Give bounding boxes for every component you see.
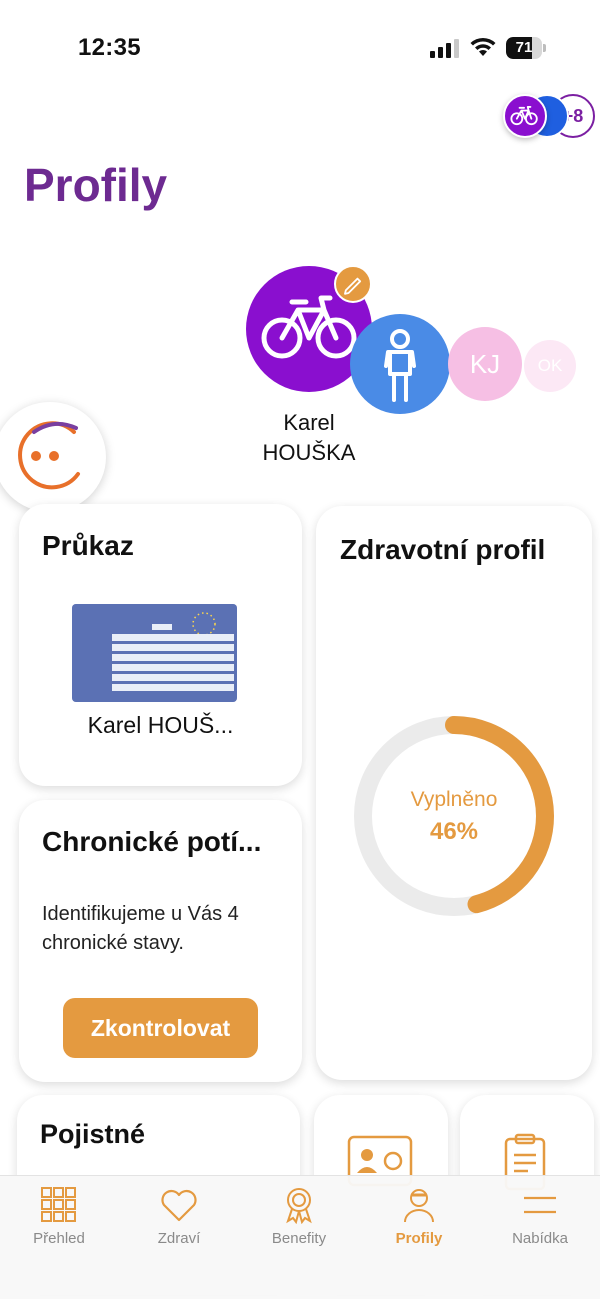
profile-switcher[interactable]: +8 <box>503 94 595 140</box>
person-icon <box>384 329 416 402</box>
completion-label: Vyplněno <box>410 788 498 811</box>
tab-label: Profily <box>395 1230 443 1247</box>
battery-percent: 71 <box>515 39 533 56</box>
chronic-conditions-text: Identifikujeme u Vás 4 chronické stavy. <box>42 903 239 954</box>
assistant-button[interactable] <box>0 402 106 512</box>
page-title: Profily <box>24 159 168 211</box>
bicycle-icon <box>510 106 538 126</box>
menu-icon <box>524 1196 556 1214</box>
mini-bicycle-avatar[interactable] <box>503 94 547 138</box>
status-time: 12:35 <box>78 34 141 61</box>
wifi-icon <box>470 37 496 56</box>
card-title: Zdravotní profil <box>340 534 546 565</box>
tab-prehled[interactable]: Přehled <box>9 1186 109 1266</box>
profile-first-name: Karel <box>283 410 335 435</box>
battery-indicator: 71 <box>506 37 546 59</box>
tab-benefity[interactable]: Benefity <box>249 1186 349 1266</box>
chronic-conditions-tile[interactable]: Chronické potí... Identifikujeme u Vás 4… <box>19 800 302 1082</box>
award-icon <box>286 1188 312 1224</box>
profile-last-name: HOUŠKA <box>262 440 356 465</box>
insurance-card-tile[interactable]: Průkaz Karel HOUŠ... <box>19 504 302 786</box>
card-title: Průkaz <box>42 530 134 561</box>
profile-completion-ring <box>354 716 554 916</box>
check-button[interactable]: Zkontrolovat <box>63 998 258 1058</box>
heart-icon <box>161 1189 197 1222</box>
tab-profily[interactable]: Profily <box>369 1186 469 1266</box>
smiley-assistant-icon <box>18 421 80 490</box>
tab-label: Nabídka <box>512 1230 568 1247</box>
tab-label: Benefity <box>271 1230 327 1247</box>
tab-zdravi[interactable]: Zdraví <box>129 1186 229 1266</box>
insurance-card-image <box>72 604 237 702</box>
card-owner-name: Karel HOUŠ... <box>87 712 234 738</box>
edit-profile-button[interactable] <box>334 265 372 303</box>
tab-label: Přehled <box>33 1230 85 1247</box>
profile-avatar-person[interactable] <box>350 314 450 414</box>
selected-profile-name: Karel HOUŠKA <box>230 408 388 468</box>
pencil-icon <box>344 277 362 295</box>
health-profile-tile[interactable]: Zdravotní profil Vyplněno 46% <box>316 506 592 1080</box>
card-title: Pojistné <box>40 1119 146 1149</box>
grid-icon <box>41 1187 76 1222</box>
completion-value: 46% <box>429 818 479 845</box>
cellular-signal-icon <box>430 39 459 58</box>
status-bar: 12:35 71 <box>0 0 600 96</box>
bottom-tab-bar: Přehled Zdraví Benefity Profily Nabídka <box>0 1175 600 1299</box>
person-icon <box>404 1189 434 1223</box>
card-title: Chronické potí... <box>42 826 262 857</box>
tab-label: Zdraví <box>157 1230 201 1247</box>
profile-avatar-ok[interactable]: OK <box>524 340 576 392</box>
profile-avatar-kj[interactable]: KJ <box>448 327 522 401</box>
tab-nabidka[interactable]: Nabídka <box>490 1186 590 1266</box>
